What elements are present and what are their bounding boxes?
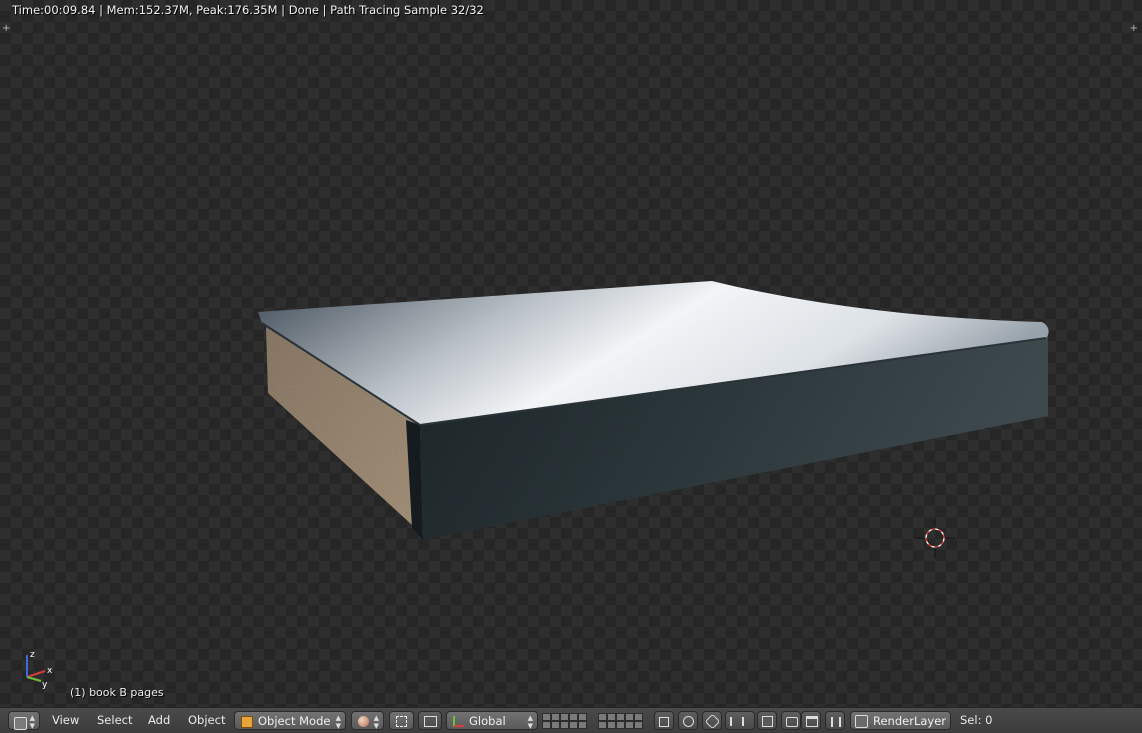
axis-y-label: y (42, 680, 48, 690)
lock-icon (659, 716, 669, 727)
rendered-scene: x y z (26, 281, 1049, 690)
active-object-label: (1) book B pages (70, 686, 164, 699)
render-camera-icon (786, 716, 798, 727)
lock-camera-button[interactable] (654, 711, 674, 730)
object-mode-icon (241, 715, 253, 728)
pivot-icon (396, 716, 407, 727)
snap-icon (704, 713, 721, 730)
viewport-shading-icon (358, 716, 369, 727)
axis-z-label: z (30, 650, 35, 660)
manipulator-icon (424, 716, 437, 727)
chevron-updown-icon: ▲ ▼ (373, 714, 379, 730)
render-opengl-button[interactable] (781, 711, 801, 730)
manipulator-toggle[interactable] (418, 711, 442, 730)
proportional-icon (683, 716, 694, 727)
axis-gizmo-icon: x y z (26, 650, 53, 690)
pause-render-button[interactable] (825, 711, 845, 730)
orientation-icon (453, 716, 464, 727)
pivot-point-dropdown[interactable] (389, 711, 414, 730)
render-animation-button[interactable] (801, 711, 821, 730)
axis-x-label: x (47, 666, 53, 676)
editor-type-button[interactable]: ▲ ▼ (8, 711, 40, 730)
snap-toggle-button[interactable] (702, 711, 722, 730)
3d-cursor-icon (915, 518, 955, 558)
snap-element-dropdown[interactable] (725, 711, 755, 730)
scene-layers-grid-a[interactable] (542, 713, 587, 732)
snap-element-icon (730, 717, 744, 726)
menu-select[interactable]: Select (93, 711, 136, 730)
scene-layers-grid-b[interactable] (598, 713, 643, 732)
orientation-label: Global (469, 714, 506, 728)
pause-icon (831, 716, 841, 727)
proportional-editing-button[interactable] (678, 711, 698, 730)
clapperboard-icon (806, 716, 818, 727)
editor-type-icon (14, 716, 27, 730)
viewport-header: ▲ ▼ View Select Add Object Object Mode ▲ ▼… (0, 707, 1142, 733)
selection-count: Sel: 0 (960, 713, 993, 727)
render-layer-dropdown[interactable]: RenderLayer (850, 711, 951, 730)
menu-view[interactable]: View (48, 711, 83, 730)
viewport-shading-dropdown[interactable]: ▲ ▼ (351, 711, 384, 730)
render-layer-icon (855, 715, 868, 728)
chevron-updown-icon: ▲ ▼ (29, 714, 35, 730)
snap-target-icon (762, 716, 773, 727)
mode-dropdown-label: Object Mode (258, 714, 331, 728)
3d-viewport[interactable]: Time:00:09.84 | Mem:152.37M, Peak:176.35… (0, 0, 1142, 707)
snap-target-button[interactable] (757, 711, 777, 730)
mode-dropdown[interactable]: Object Mode ▲ ▼ (234, 711, 346, 730)
menu-add[interactable]: Add (144, 711, 174, 730)
menu-object[interactable]: Object (184, 711, 229, 730)
chevron-updown-icon: ▲ ▼ (335, 714, 341, 730)
transform-orientation-dropdown[interactable]: Global ▲ ▼ (446, 711, 538, 730)
chevron-updown-icon: ▲ ▼ (527, 714, 533, 730)
render-layer-label: RenderLayer (873, 714, 947, 728)
